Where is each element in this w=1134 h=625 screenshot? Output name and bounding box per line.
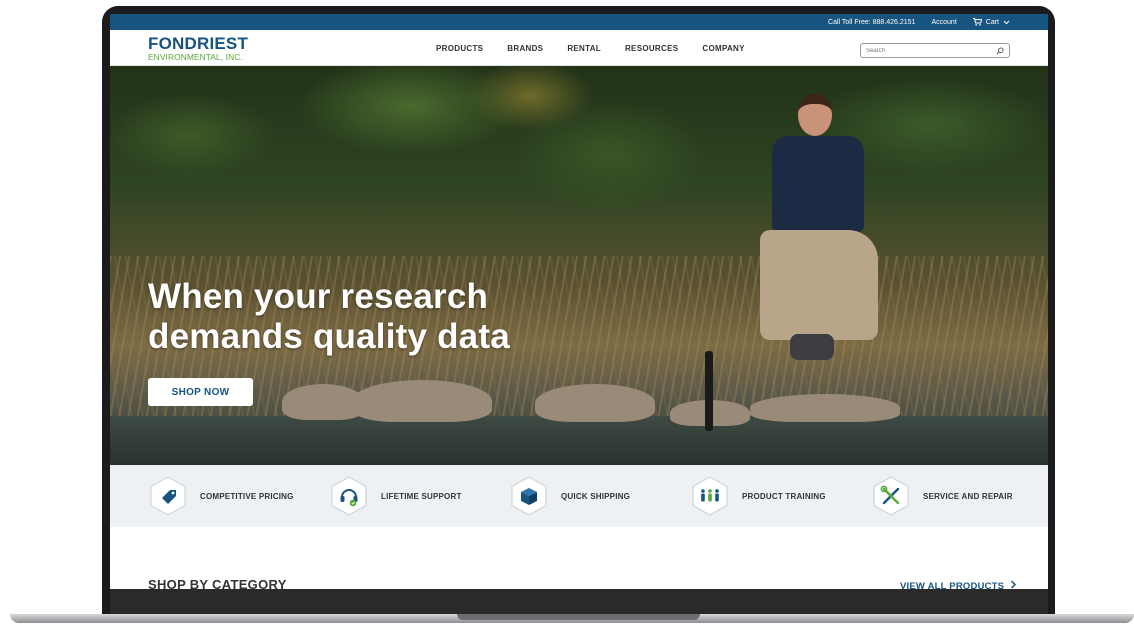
water-probe xyxy=(705,351,713,431)
nav-brands[interactable]: BRANDS xyxy=(507,44,543,53)
researcher-legs xyxy=(760,230,878,340)
browser-screen: Call Toll Free: 888.426.2151 Account Car… xyxy=(110,14,1048,589)
hero-rock xyxy=(352,380,492,422)
search-icon[interactable] xyxy=(996,46,1004,55)
search-input[interactable] xyxy=(866,47,996,54)
feature-lifetime-support[interactable]: LIFETIME SUPPORT xyxy=(329,476,462,516)
tools-icon xyxy=(871,476,911,516)
site-header: FONDRIEST ENVIRONMENTAL, INC. PRODUCTS B… xyxy=(110,30,1048,66)
chevron-down-icon xyxy=(1003,20,1010,24)
price-tag-icon xyxy=(148,476,188,516)
laptop-notch xyxy=(457,614,700,620)
feature-label: COMPETITIVE PRICING xyxy=(200,491,294,501)
nav-resources[interactable]: RESOURCES xyxy=(625,44,678,53)
cart-label: Cart xyxy=(985,18,999,26)
logo-sub-text: ENVIRONMENTAL, INC. xyxy=(148,52,243,62)
hero-banner: When your research demands quality data … xyxy=(110,66,1048,465)
nav-company[interactable]: COMPANY xyxy=(702,44,744,53)
fondriest-logo[interactable]: FONDRIEST ENVIRONMENTAL, INC. xyxy=(148,35,248,61)
feature-product-training[interactable]: PRODUCT TRAINING xyxy=(690,476,826,516)
headset-icon xyxy=(329,476,369,516)
hero-headline-line1: When your research xyxy=(148,277,489,316)
hero-headline: When your research demands quality data xyxy=(148,277,510,357)
shop-by-category-title: SHOP BY CATEGORY xyxy=(148,577,287,589)
chevron-right-icon xyxy=(1011,580,1017,589)
feature-label: QUICK SHIPPING xyxy=(561,491,631,501)
shop-now-button[interactable]: SHOP NOW xyxy=(148,378,253,406)
shop-by-category-section: SHOP BY CATEGORY VIEW ALL PRODUCTS xyxy=(110,527,1048,589)
nav-products[interactable]: PRODUCTS xyxy=(436,44,483,53)
account-link[interactable]: Account xyxy=(931,19,956,26)
utility-bar: Call Toll Free: 888.426.2151 Account Car… xyxy=(110,14,1048,30)
cart-link[interactable]: Cart xyxy=(972,18,1010,26)
hero-headline-line2: demands quality data xyxy=(148,317,510,356)
features-strip: COMPETITIVE PRICING LIFETIME SUPPORT QUI… xyxy=(110,465,1048,527)
feature-label: PRODUCT TRAINING xyxy=(742,491,826,501)
researcher-boot xyxy=(790,334,834,360)
nav-rental[interactable]: RENTAL xyxy=(567,44,601,53)
hero-foliage xyxy=(110,66,1048,276)
researcher-torso xyxy=(772,136,864,232)
hero-researcher xyxy=(750,94,880,414)
laptop-chin xyxy=(110,589,1048,614)
toll-free-phone[interactable]: Call Toll Free: 888.426.2151 xyxy=(828,19,915,26)
feature-competitive-pricing[interactable]: COMPETITIVE PRICING xyxy=(148,476,294,516)
box-icon xyxy=(509,476,549,516)
feature-quick-shipping[interactable]: QUICK SHIPPING xyxy=(509,476,630,516)
hero-water xyxy=(110,416,1048,465)
feature-label: SERVICE AND REPAIR xyxy=(923,491,1013,501)
feature-service-and-repair[interactable]: SERVICE AND REPAIR xyxy=(871,476,1013,516)
view-all-products-label: VIEW ALL PRODUCTS xyxy=(900,581,1005,589)
main-nav: PRODUCTS BRANDS RENTAL RESOURCES COMPANY xyxy=(436,30,745,66)
search-box xyxy=(860,43,1010,58)
hero-rock xyxy=(535,384,655,422)
cart-icon xyxy=(972,18,982,26)
people-icon xyxy=(690,476,730,516)
researcher-head xyxy=(798,94,832,136)
feature-label: LIFETIME SUPPORT xyxy=(381,491,462,501)
view-all-products-link[interactable]: VIEW ALL PRODUCTS xyxy=(900,580,1017,589)
logo-main-text: FONDRIEST xyxy=(148,34,249,53)
